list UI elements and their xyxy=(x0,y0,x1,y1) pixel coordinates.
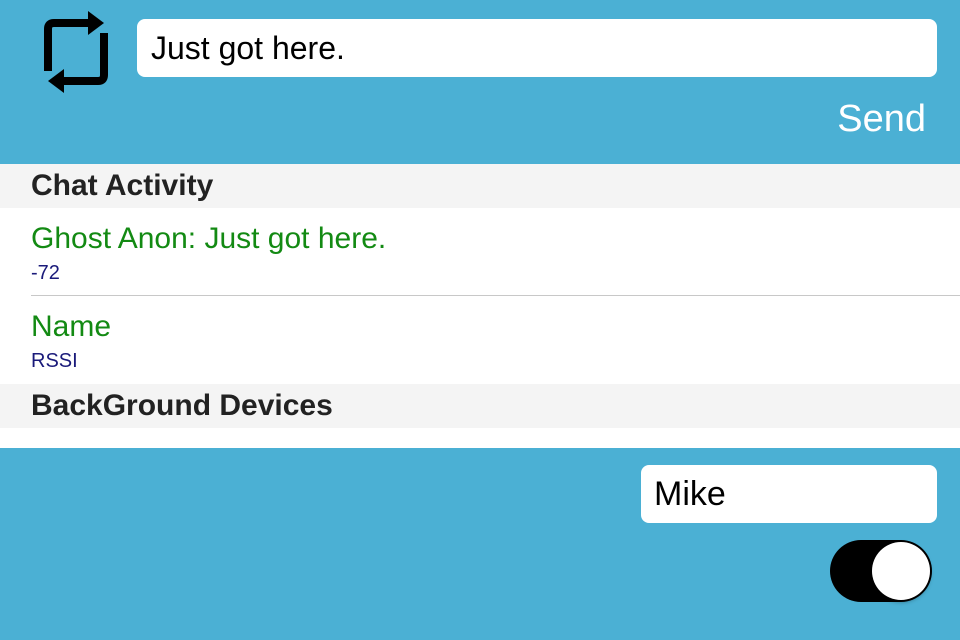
name-input[interactable] xyxy=(641,465,937,523)
chat-row-subtitle: RSSI xyxy=(31,350,78,372)
chat-row-title: Name xyxy=(31,310,112,343)
top-bar: Send xyxy=(0,0,960,164)
refresh-icon xyxy=(38,9,114,100)
device-table: Chat Activity Ghost Anon: Just got here.… xyxy=(0,164,960,448)
message-input[interactable] xyxy=(137,19,937,77)
section-header-background-devices: BackGround Devices xyxy=(0,384,960,428)
refresh-button[interactable] xyxy=(34,10,118,98)
send-button[interactable]: Send xyxy=(837,98,926,141)
screen: Send Chat Activity Ghost Anon: Just got … xyxy=(0,0,960,640)
chat-row[interactable]: Name RSSI xyxy=(0,296,960,384)
broadcast-toggle[interactable] xyxy=(830,540,932,602)
chat-row-title: Ghost Anon: Just got here. xyxy=(31,222,387,255)
section-header-chat-activity: Chat Activity xyxy=(0,164,960,208)
chat-row[interactable]: Ghost Anon: Just got here. -72 xyxy=(0,208,960,296)
chat-row-subtitle: -72 xyxy=(31,262,60,284)
toggle-knob xyxy=(872,542,930,600)
